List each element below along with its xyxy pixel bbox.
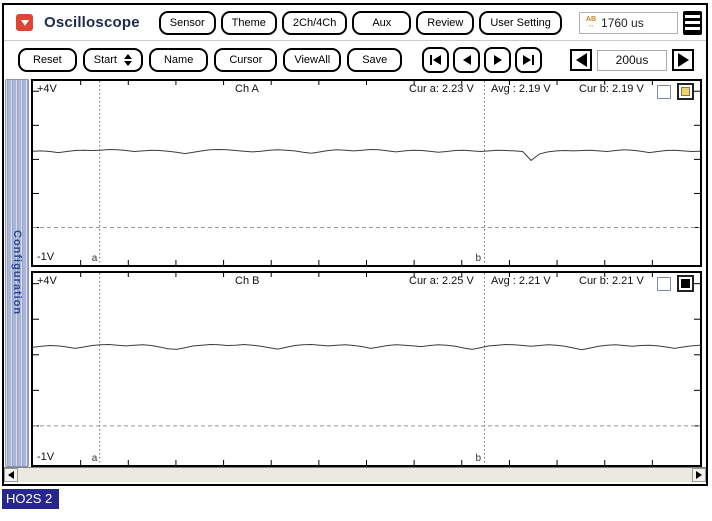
channel-b-name: Ch B xyxy=(235,275,259,287)
cursor-a-marker[interactable]: a xyxy=(92,453,98,464)
channel-a-vmin-label: -1V xyxy=(37,251,54,263)
app-title: Oscilloscope xyxy=(44,14,140,31)
channel-a-cursor-a-readout: Cur a: 2.23 V xyxy=(409,83,474,95)
main-area: Configuration +4V Ch A Cur a: 2.23 V Avg… xyxy=(4,79,706,467)
channel-b-vmin-label: -1V xyxy=(37,451,54,463)
step-forward-button[interactable] xyxy=(484,47,511,73)
list-menu-icon[interactable] xyxy=(683,11,702,35)
timebase-value: 200us xyxy=(597,50,667,71)
app-dropdown-icon[interactable] xyxy=(16,14,33,31)
name-button[interactable]: Name xyxy=(149,48,208,72)
theme-button[interactable]: Theme xyxy=(221,11,277,35)
step-back-button[interactable] xyxy=(453,47,480,73)
channel-a-name: Ch A xyxy=(235,83,259,95)
ab-cursor-icon: AB↔ xyxy=(586,17,596,28)
channel-b-panel: +4V Ch B Cur a: 2.25 V Avg : 2.21 V Cur … xyxy=(31,271,702,467)
configuration-label: Configuration xyxy=(11,230,23,315)
scroll-left-button[interactable] xyxy=(4,468,18,482)
playback-controls xyxy=(422,47,542,73)
channel-b-checkbox[interactable] xyxy=(657,277,671,291)
channel-panels: +4V Ch A Cur a: 2.23 V Avg : 2.19 V Cur … xyxy=(31,79,702,467)
reset-button[interactable]: Reset xyxy=(18,48,77,72)
channel-a-cursor-b-readout: Cur b: 2.19 V xyxy=(579,83,644,95)
cursor-time-display: AB↔ 1760 us xyxy=(579,12,679,34)
channel-b-cursor-b-readout: Cur b: 2.21 V xyxy=(579,275,644,287)
cursor-button[interactable]: Cursor xyxy=(214,48,277,72)
configuration-sidebar-tab[interactable]: Configuration xyxy=(5,79,29,467)
skip-to-end-button[interactable] xyxy=(515,47,542,73)
aux-button[interactable]: Aux xyxy=(352,11,411,35)
timebase-decrease-button[interactable] xyxy=(570,49,592,71)
timebase-selector: 200us xyxy=(570,49,694,71)
start-button[interactable]: Start xyxy=(83,48,143,72)
channel-a-plot[interactable] xyxy=(33,81,700,265)
save-button[interactable]: Save xyxy=(347,48,402,72)
horizontal-scrollbar[interactable] xyxy=(4,467,706,482)
channel-b-plot[interactable] xyxy=(33,273,700,465)
cursor-a-marker[interactable]: a xyxy=(92,253,98,264)
start-spinner-icon xyxy=(124,54,132,66)
channel-a-avg-readout: Avg : 2.19 V xyxy=(491,83,551,95)
scrollbar-track[interactable] xyxy=(18,468,692,482)
skip-to-start-button[interactable] xyxy=(422,47,449,73)
oscilloscope-window: Oscilloscope Sensor Theme 2Ch/4Ch Aux Re… xyxy=(2,3,708,486)
scroll-right-button[interactable] xyxy=(692,468,706,482)
timebase-increase-button[interactable] xyxy=(672,49,694,71)
status-label: HO2S 2 xyxy=(2,489,59,509)
channel-mode-button[interactable]: 2Ch/4Ch xyxy=(282,11,347,35)
user-setting-button[interactable]: User Setting xyxy=(479,11,562,35)
sensor-button[interactable]: Sensor xyxy=(159,11,216,35)
channel-b-cursor-a-readout: Cur a: 2.25 V xyxy=(409,275,474,287)
cursor-b-marker[interactable]: b xyxy=(476,453,482,464)
control-toolbar: Reset Start Name Cursor ViewAll Save 200… xyxy=(4,41,706,79)
channel-a-vmax-label: +4V xyxy=(37,83,57,95)
channel-a-color-indicator[interactable] xyxy=(677,83,694,100)
top-toolbar: Oscilloscope Sensor Theme 2Ch/4Ch Aux Re… xyxy=(4,5,706,41)
channel-b-vmax-label: +4V xyxy=(37,275,57,287)
channel-b-color-indicator[interactable] xyxy=(677,275,694,292)
review-button[interactable]: Review xyxy=(416,11,474,35)
cursor-delta-time: 1760 us xyxy=(601,16,644,30)
start-button-label: Start xyxy=(94,54,117,66)
channel-b-avg-readout: Avg : 2.21 V xyxy=(491,275,551,287)
channel-a-checkbox[interactable] xyxy=(657,85,671,99)
viewall-button[interactable]: ViewAll xyxy=(283,48,341,72)
cursor-b-marker[interactable]: b xyxy=(476,253,482,264)
channel-a-panel: +4V Ch A Cur a: 2.23 V Avg : 2.19 V Cur … xyxy=(31,79,702,267)
